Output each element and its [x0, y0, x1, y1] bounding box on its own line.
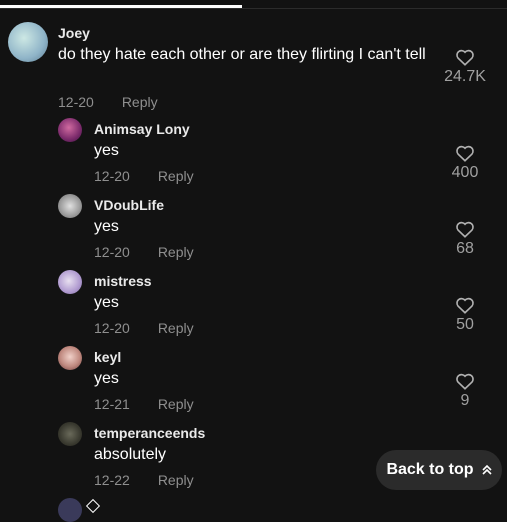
comment-username[interactable]: mistress	[94, 273, 152, 289]
comment-text: yes	[94, 218, 119, 235]
comment-text: yes	[94, 370, 119, 387]
like-button[interactable]: 9	[435, 372, 495, 410]
heart-icon	[456, 145, 474, 162]
reply-button[interactable]: Reply	[158, 320, 194, 336]
avatar[interactable]	[58, 422, 82, 446]
reply-button[interactable]: Reply	[158, 168, 194, 184]
reply-button[interactable]: Reply	[158, 472, 194, 488]
active-tab-indicator	[0, 5, 242, 8]
diamond-icon	[85, 498, 101, 514]
double-chevron-up-icon	[481, 464, 492, 475]
comment-username[interactable]: temperanceends	[94, 425, 205, 441]
comment-text: yes	[94, 294, 119, 311]
back-to-top-button[interactable]: Back to top	[376, 450, 502, 490]
like-count: 68	[456, 240, 474, 257]
like-count: 9	[460, 392, 470, 409]
comment-date: 12-22	[94, 472, 130, 488]
heart-icon	[456, 49, 474, 66]
like-count: 400	[451, 164, 479, 181]
like-button[interactable]: 68	[435, 220, 495, 258]
comment-text: do they hate each other or are they flir…	[58, 46, 426, 63]
comment-date: 12-20	[94, 244, 130, 260]
comment-meta: 12-20 Reply	[94, 168, 194, 184]
comment-date: 12-21	[94, 396, 130, 412]
comment-meta: 12-21 Reply	[94, 396, 194, 412]
comment-meta: 12-20 Reply	[94, 320, 194, 336]
comment-text: yes	[94, 142, 119, 159]
comment-username[interactable]: Joey	[58, 25, 90, 41]
heart-icon	[456, 221, 474, 238]
comment-meta: 12-20 Reply	[94, 244, 194, 260]
reply-button[interactable]: Reply	[122, 94, 158, 110]
comment-meta: 12-20 Reply	[58, 94, 158, 110]
comment-username[interactable]: keyl	[94, 349, 121, 365]
like-count: 50	[456, 316, 474, 333]
avatar[interactable]	[58, 498, 82, 522]
comment-date: 12-20	[94, 320, 130, 336]
comment-date: 12-20	[58, 94, 94, 110]
comment-date: 12-20	[94, 168, 130, 184]
heart-icon	[456, 373, 474, 390]
avatar[interactable]	[58, 194, 82, 218]
avatar[interactable]	[58, 346, 82, 370]
like-button[interactable]: 50	[435, 296, 495, 334]
comment-text: absolutely	[94, 446, 167, 463]
comment-username[interactable]: Animsay Lony	[94, 121, 190, 137]
reply-button[interactable]: Reply	[158, 244, 194, 260]
like-button[interactable]: 400	[435, 144, 495, 182]
tab-bar	[0, 0, 507, 9]
avatar[interactable]	[8, 22, 48, 62]
avatar[interactable]	[58, 270, 82, 294]
comment-meta: 12-22 Reply	[94, 472, 194, 488]
reply-button[interactable]: Reply	[158, 396, 194, 412]
like-count: 24.7K	[444, 68, 486, 85]
like-button[interactable]: 24.7K	[435, 48, 495, 86]
heart-icon	[456, 297, 474, 314]
avatar[interactable]	[58, 118, 82, 142]
comment-username[interactable]: VDoubLife	[94, 197, 164, 213]
back-to-top-label: Back to top	[386, 461, 474, 478]
